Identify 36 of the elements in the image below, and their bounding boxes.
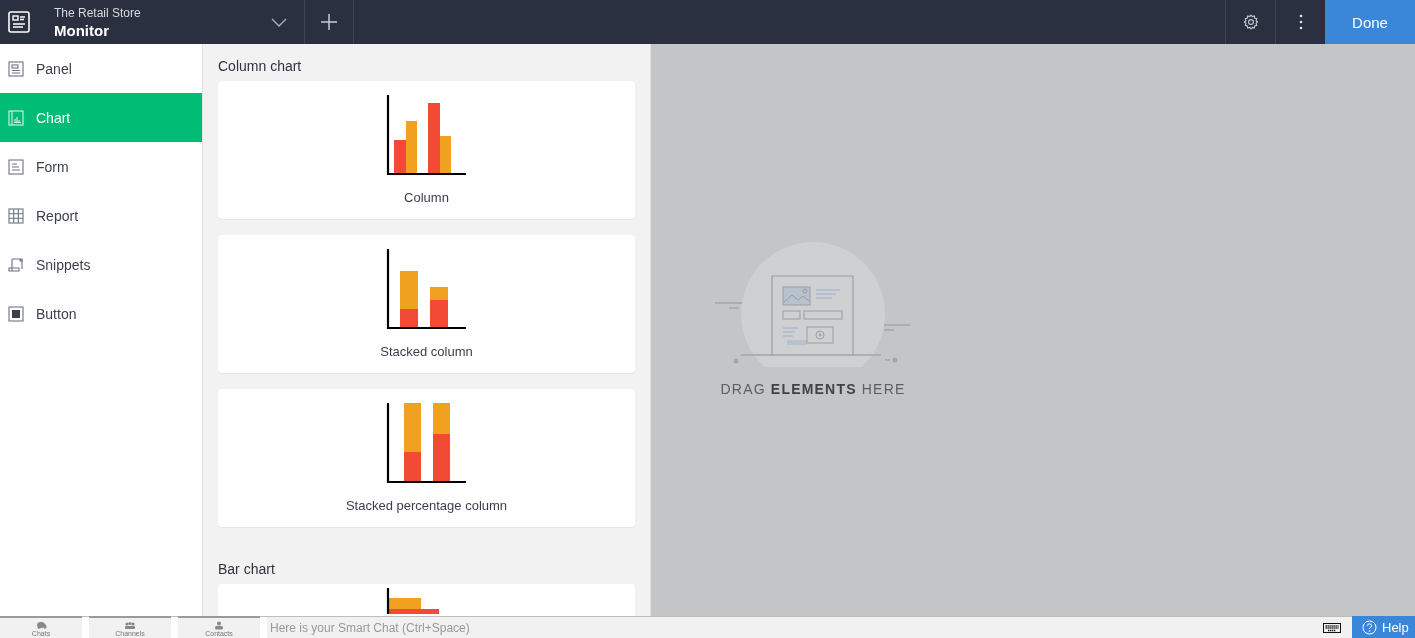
sidebar-item[interactable]: Form (0, 142, 202, 191)
form-icon (8, 158, 24, 175)
more-icon (1298, 14, 1303, 30)
chevron-down-icon (271, 17, 287, 27)
keyboard-icon[interactable] (1323, 622, 1341, 633)
group-icon (124, 621, 136, 630)
settings-icon (1242, 14, 1259, 30)
bar-chart-icon (386, 588, 441, 614)
app-logo-icon (8, 11, 30, 33)
person-icon (213, 621, 225, 630)
chart-icon (8, 109, 24, 126)
panel-icon (8, 60, 24, 77)
column-chart-icon (385, 403, 468, 484)
app-name: The Retail Store (54, 5, 142, 20)
chat-bubble-icon (35, 621, 47, 630)
chart-type-card[interactable]: Stacked percentage column (218, 389, 635, 527)
done-button[interactable]: Done (1325, 0, 1415, 44)
section-title: Column chart (218, 58, 303, 74)
column-chart-icon (385, 249, 468, 330)
report-icon (8, 207, 24, 224)
sidebar-item[interactable]: Snippets (0, 240, 202, 289)
page-title: Monitor (54, 21, 110, 39)
sidebar-item[interactable]: Panel (0, 44, 202, 93)
chart-type-card[interactable]: Column (218, 81, 635, 219)
button-icon (8, 305, 24, 322)
empty-canvas-message: DRAG ELEMENTS HERE (720, 381, 906, 397)
plus-icon (321, 14, 337, 30)
sidebar-item[interactable]: Report (0, 191, 202, 240)
chart-type-card[interactable]: Stacked column (218, 235, 635, 373)
snippets-icon (8, 256, 24, 273)
help-button[interactable]: Help (1352, 616, 1415, 638)
column-chart-icon (385, 95, 468, 176)
help-icon (1362, 619, 1377, 635)
section-title: Bar chart (218, 561, 276, 577)
sidebar-item[interactable]: Button (0, 289, 202, 338)
smart-chat-field[interactable]: Here is your Smart Chat (Ctrl+Space) (267, 617, 1323, 638)
